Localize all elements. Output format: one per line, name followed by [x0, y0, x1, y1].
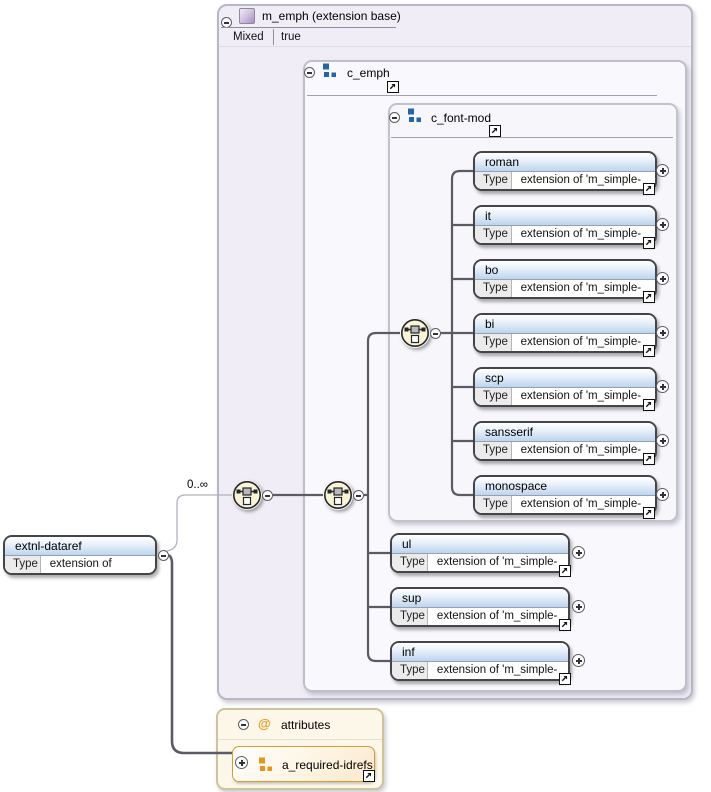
collapse-icon-compositor-1[interactable] [262, 490, 273, 501]
element-name: it [475, 207, 655, 226]
mixed-label: Mixed [233, 31, 264, 43]
type-value: extension of 'm_simple-text' [428, 554, 568, 571]
element-name: ul [392, 535, 568, 554]
element-name: monospace [475, 477, 655, 496]
element-name: sansserif [475, 423, 655, 442]
type-label: Type [392, 554, 428, 571]
element-box-sansserif[interactable]: sansserif Typeextension of 'm_simple-tex… [473, 421, 657, 461]
type-label: Type [475, 496, 512, 513]
attributes-icon: @ [258, 716, 271, 731]
collapse-icon-attributes[interactable] [238, 719, 249, 730]
element-name: inf [392, 643, 568, 662]
element-name: bi [475, 315, 655, 334]
collapse-icon-compositor-3[interactable] [430, 328, 441, 339]
goto-definition-icon[interactable] [489, 125, 501, 137]
type-label: Type [392, 608, 428, 625]
c-emph-label: c_emph [347, 66, 390, 80]
choice-compositor-icon[interactable] [400, 318, 430, 348]
attribute-group-name: a_required-idrefs [282, 758, 373, 772]
goto-definition-icon[interactable] [643, 453, 655, 465]
choice-compositor-icon[interactable] [232, 480, 262, 510]
choice-compositor-icon[interactable] [323, 480, 353, 510]
element-box-monospace[interactable]: monospace Typeextension of 'm_simple-tex… [473, 475, 657, 515]
expand-icon-bi[interactable] [656, 326, 669, 339]
expand-icon-monospace[interactable] [656, 488, 669, 501]
type-label: Type [475, 226, 512, 243]
type-value: extension of 'm_simple-text' [512, 496, 655, 513]
collapse-icon-c-font-mod[interactable] [389, 112, 400, 123]
type-label: Type [475, 442, 512, 459]
goto-definition-icon[interactable] [559, 619, 571, 631]
type-label: Type [475, 334, 512, 351]
type-value: extension of 'm_emph' [41, 556, 155, 573]
expand-icon-ul[interactable] [572, 546, 585, 559]
complex-type-icon [239, 8, 255, 24]
goto-definition-icon[interactable] [363, 770, 375, 782]
divider [221, 27, 396, 28]
expand-icon-sup[interactable] [572, 600, 585, 613]
goto-definition-icon[interactable] [643, 291, 655, 303]
expand-icon-inf[interactable] [572, 654, 585, 667]
element-name: sup [392, 589, 568, 608]
divider [273, 29, 274, 45]
element-box-extnl-dataref[interactable]: extnl-dataref Type extension of 'm_emph' [3, 535, 157, 575]
model-group-icon [407, 108, 422, 126]
mixed-value: true [281, 31, 301, 43]
element-box-it[interactable]: it Typeextension of 'm_simple-text' [473, 205, 657, 245]
goto-definition-icon[interactable] [643, 183, 655, 195]
element-name: scp [475, 369, 655, 388]
type-value: extension of 'm_simple-text' [512, 280, 655, 297]
element-box-ul[interactable]: ul Typeextension of 'm_simple-text' [390, 533, 570, 573]
element-box-roman[interactable]: roman Typeextension of 'm_simple-text' [473, 151, 657, 191]
element-box-sup[interactable]: sup Typeextension of 'm_simple-text' [390, 587, 570, 627]
goto-definition-icon[interactable] [559, 673, 571, 685]
divider [307, 95, 657, 96]
collapse-icon-extnl-dataref[interactable] [158, 550, 169, 561]
collapse-icon-compositor-2[interactable] [353, 490, 364, 501]
expand-icon-scp[interactable] [656, 380, 669, 393]
goto-definition-icon[interactable] [559, 565, 571, 577]
expand-icon-it[interactable] [656, 218, 669, 231]
element-box-bo[interactable]: bo Typeextension of 'm_simple-text' [473, 259, 657, 299]
goto-definition-icon[interactable] [643, 345, 655, 357]
expand-icon-bo[interactable] [656, 272, 669, 285]
divider [391, 137, 673, 138]
element-name: roman [475, 153, 655, 172]
multiplicity-label: 0..∞ [187, 479, 208, 491]
divider [218, 739, 382, 740]
element-box-bi[interactable]: bi Typeextension of 'm_simple-text' [473, 313, 657, 353]
type-label: Type [392, 662, 428, 679]
element-name: extnl-dataref [5, 537, 155, 556]
m-emph-title: m_emph (extension base) [262, 9, 401, 23]
type-label: Type [5, 556, 41, 573]
type-value: extension of 'm_simple-text' [428, 662, 568, 679]
goto-definition-icon[interactable] [643, 507, 655, 519]
type-value: extension of 'm_simple-text' [512, 334, 655, 351]
goto-definition-icon[interactable] [643, 399, 655, 411]
collapse-icon-c-emph[interactable] [304, 67, 315, 78]
expand-icon-roman[interactable] [656, 164, 669, 177]
type-value: extension of 'm_simple-text' [512, 172, 655, 189]
attributes-title: attributes [281, 718, 330, 732]
element-box-inf[interactable]: inf Typeextension of 'm_simple-text' [390, 641, 570, 681]
type-label: Type [475, 388, 512, 405]
attribute-group-icon [258, 757, 273, 775]
goto-definition-icon[interactable] [643, 237, 655, 249]
goto-definition-icon[interactable] [387, 81, 399, 93]
expand-icon-sansserif[interactable] [656, 434, 669, 447]
element-name: bo [475, 261, 655, 280]
type-value: extension of 'm_simple-text' [512, 226, 655, 243]
c-font-mod-label: c_font-mod [431, 111, 491, 125]
type-label: Type [475, 280, 512, 297]
model-group-icon [322, 63, 337, 81]
type-value: extension of 'm_simple-text' [512, 388, 655, 405]
divider [219, 46, 691, 47]
type-value: extension of 'm_simple-text' [428, 608, 568, 625]
element-box-scp[interactable]: scp Typeextension of 'm_simple-text' [473, 367, 657, 407]
type-label: Type [475, 172, 512, 189]
type-value: extension of 'm_simple-text' [512, 442, 655, 459]
expand-icon-a-required-idrefs[interactable] [235, 756, 248, 769]
schema-diagram-canvas: m_emph (extension base) Mixed true c_emp… [0, 0, 711, 792]
